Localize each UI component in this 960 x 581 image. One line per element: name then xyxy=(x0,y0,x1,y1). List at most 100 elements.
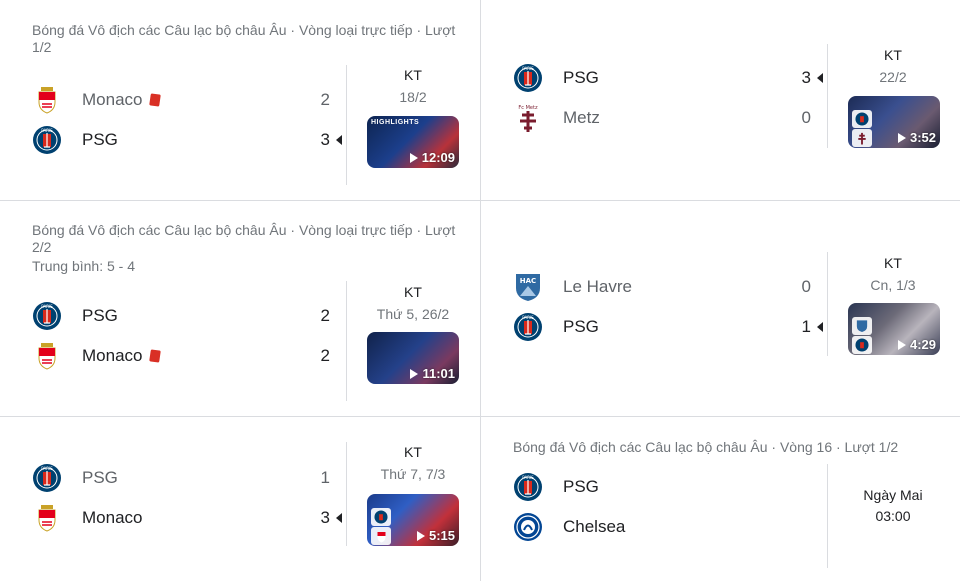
video-duration: 3:52 xyxy=(897,130,936,145)
red-card-icon xyxy=(149,93,162,107)
psg-crest-icon xyxy=(852,110,872,128)
svg-text:PARIS: PARIS xyxy=(41,128,53,133)
status-label: KT xyxy=(404,444,422,460)
match-date: Cn, 1/3 xyxy=(870,277,916,293)
status-label: KT xyxy=(884,47,902,63)
competition-header: Bóng đá Vô địch các Câu lạc bộ châu Âu ·… xyxy=(513,439,899,455)
winner-arrow-icon xyxy=(817,322,823,332)
team-score: 3 xyxy=(320,508,330,527)
svg-text:Fc Metz: Fc Metz xyxy=(518,105,538,111)
match-date: 18/2 xyxy=(399,89,427,105)
duration-text: 4:29 xyxy=(909,337,936,352)
status-label: KT xyxy=(884,255,902,271)
winner-arrow-icon xyxy=(817,73,823,83)
match-card[interactable]: PARIS PSG 3 Fc Metz Metz 0 KT 22/2 3:52 xyxy=(481,0,960,201)
svg-text:PARIS: PARIS xyxy=(522,315,534,320)
psg-crest-icon xyxy=(852,336,872,354)
psg-crest-icon: PARIS xyxy=(32,125,62,155)
team-name: Monaco xyxy=(82,90,143,109)
competition-header: Bóng đá Vô địch các Câu lạc bộ châu Âu ·… xyxy=(32,222,456,255)
team-row: Chelsea xyxy=(513,512,823,542)
kickoff-hour: 03:00 xyxy=(875,508,911,524)
divider xyxy=(827,44,828,148)
video-duration: 12:09 xyxy=(409,150,455,165)
video-duration: 4:29 xyxy=(897,337,936,352)
svg-text:HAC: HAC xyxy=(520,277,536,285)
team-score: 3 xyxy=(320,130,330,149)
svg-text:PARIS: PARIS xyxy=(522,66,534,71)
team-score: 0 xyxy=(801,108,811,127)
divider xyxy=(827,464,828,568)
team-row: PARIS PSG 2 xyxy=(32,301,342,331)
monaco-crest-icon xyxy=(32,341,62,371)
match-date: 22/2 xyxy=(879,69,907,85)
team-name: Metz xyxy=(563,108,600,127)
play-icon xyxy=(897,339,906,350)
team-name: Chelsea xyxy=(563,517,626,536)
match-date: Thứ 7, 7/3 xyxy=(380,466,446,482)
team-name: PSG xyxy=(82,306,118,325)
monaco-crest-icon xyxy=(32,503,62,533)
match-card[interactable]: Bóng đá Vô địch các Câu lạc bộ châu Âu ·… xyxy=(0,201,481,417)
match-card[interactable]: Bóng đá Vô địch các Câu lạc bộ châu Âu ·… xyxy=(0,0,481,201)
team-score: 2 xyxy=(320,306,330,325)
team-score: 3 xyxy=(801,68,811,87)
play-icon xyxy=(409,152,418,163)
duration-text: 3:52 xyxy=(909,130,936,145)
status-label: KT xyxy=(404,284,422,300)
team-name: PSG xyxy=(563,317,599,336)
team-row: Monaco 2 xyxy=(32,341,342,371)
play-icon xyxy=(897,132,906,143)
divider xyxy=(346,65,347,185)
metz-crest-icon xyxy=(852,129,872,147)
team-row: PARIS PSG 3 xyxy=(513,63,823,93)
match-card[interactable]: Bóng đá Vô địch các Câu lạc bộ châu Âu ·… xyxy=(481,417,960,581)
video-thumbnail[interactable]: 5:15 xyxy=(367,494,459,546)
team-row: Fc Metz Metz 0 xyxy=(513,103,823,133)
team-row: Monaco 3 xyxy=(32,503,342,533)
aggregate-score: Trung bình: 5 - 4 xyxy=(32,258,135,274)
match-status: KT Thứ 7, 7/3 xyxy=(363,443,463,483)
le-havre-crest-icon: HAC xyxy=(513,272,543,302)
match-status: KT Thứ 5, 26/2 xyxy=(363,283,463,323)
red-card-icon xyxy=(149,349,162,363)
video-thumbnail[interactable]: 3:52 xyxy=(848,96,940,148)
video-duration: 5:15 xyxy=(416,528,455,543)
psg-crest-icon: PARIS xyxy=(513,312,543,342)
psg-crest-icon xyxy=(371,508,391,526)
video-thumbnail[interactable]: HIGHLIGHTS 12:09 xyxy=(367,116,459,168)
duration-text: 11:01 xyxy=(422,366,455,381)
match-status: KT Cn, 1/3 xyxy=(843,254,943,294)
monaco-crest-icon xyxy=(371,527,391,545)
kickoff-time: Ngày Mai 03:00 xyxy=(843,485,943,527)
team-score: 0 xyxy=(801,277,811,296)
match-card[interactable]: HAC Le Havre 0 PARIS PSG 1 KT Cn, 1/3 4:… xyxy=(481,201,960,417)
team-score: 2 xyxy=(320,90,330,109)
le-havre-crest-icon xyxy=(852,317,872,335)
winner-arrow-icon xyxy=(336,135,342,145)
psg-crest-icon: PARIS xyxy=(513,472,543,502)
match-status: KT 18/2 xyxy=(363,66,463,106)
psg-crest-icon: PARIS xyxy=(513,63,543,93)
video-thumbnail[interactable]: 4:29 xyxy=(848,303,940,355)
match-status: KT 22/2 xyxy=(843,46,943,86)
match-results-grid: Bóng đá Vô địch các Câu lạc bộ châu Âu ·… xyxy=(0,0,960,581)
duration-text: 12:09 xyxy=(421,150,455,165)
team-row: PARIS PSG 1 xyxy=(32,463,342,493)
divider xyxy=(346,281,347,401)
play-icon xyxy=(410,368,419,379)
match-card[interactable]: PARIS PSG 1 Monaco 3 KT Thứ 7, 7/3 5:15 xyxy=(0,417,481,581)
team-row: Monaco 2 xyxy=(32,85,342,115)
play-icon xyxy=(416,530,425,541)
team-score: 2 xyxy=(320,346,330,365)
svg-text:PARIS: PARIS xyxy=(522,475,534,480)
team-name: Monaco xyxy=(82,508,143,527)
team-row: PARIS PSG 3 xyxy=(32,125,342,155)
competition-header: Bóng đá Vô địch các Câu lạc bộ châu Âu ·… xyxy=(32,22,456,55)
team-name: Monaco xyxy=(82,346,143,365)
video-duration: 11:01 xyxy=(410,366,455,381)
team-score: 1 xyxy=(320,468,330,487)
video-thumbnail[interactable]: 11:01 xyxy=(367,332,459,384)
team-row: PARIS PSG 1 xyxy=(513,312,823,342)
team-name: PSG xyxy=(563,68,599,87)
